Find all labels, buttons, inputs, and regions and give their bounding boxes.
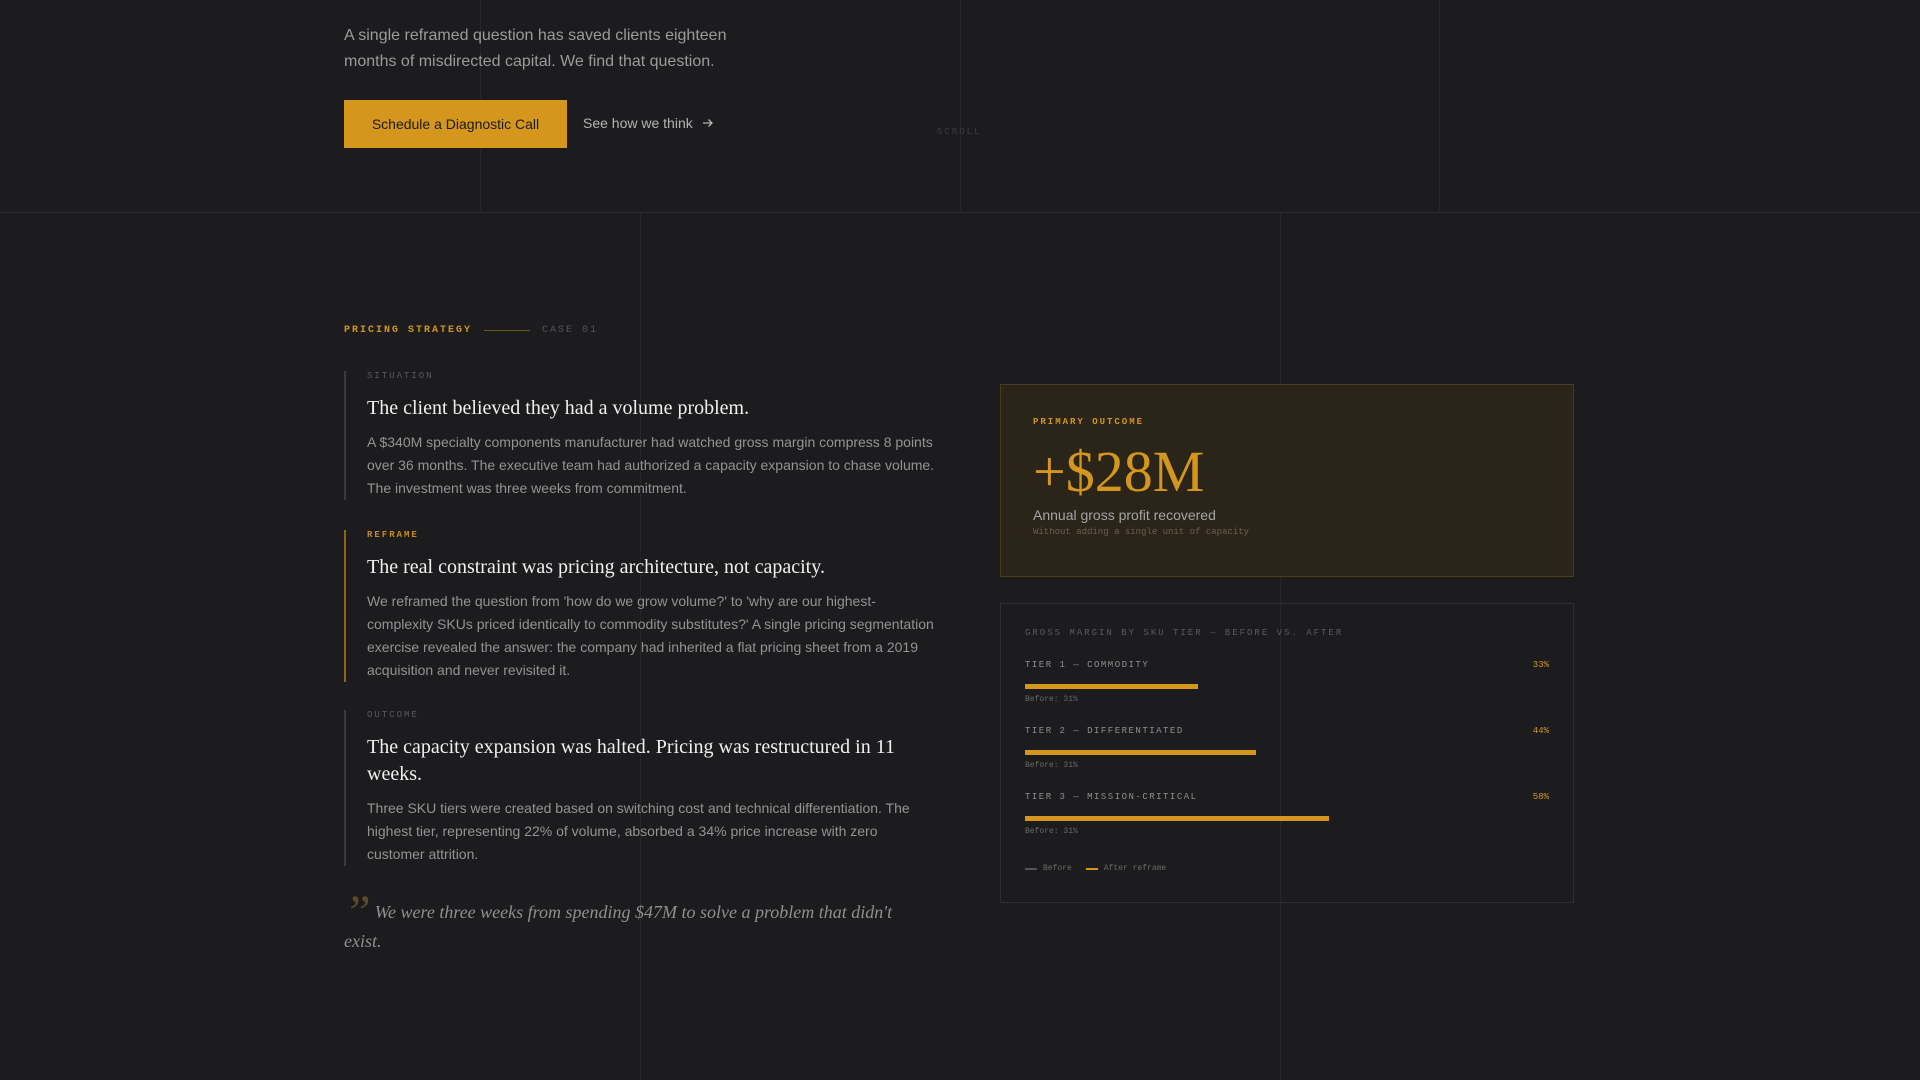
tier-label: TIER 3 — MISSION-CRITICAL (1025, 792, 1198, 802)
tier-before-label: Before: 31% (1025, 761, 1078, 770)
situation-block: SITUATION The client believed they had a… (344, 371, 937, 500)
grid-line (960, 0, 961, 212)
block-body: We reframed the question from 'how do we… (367, 593, 934, 678)
tier-value-label: 58% (1532, 792, 1549, 802)
tier-list: TIER 1 — COMMODITY 33% Before: 31% TIER 2 —… (1025, 660, 1549, 858)
outcome-value: +$28M (1033, 439, 1205, 504)
tier-bar-track (1025, 816, 1549, 822)
block-title: The client believed they had a volume pr… (367, 397, 750, 419)
scroll-indicator[interactable]: SCROLL (937, 127, 981, 137)
tier-bar-after (1025, 684, 1198, 689)
page: A single reframed question has saved cli… (0, 0, 1920, 1080)
block-label: OUTCOME (367, 710, 419, 720)
tier-row: TIER 2 — DIFFERENTIATED 44% Before: 31% (1025, 726, 1549, 792)
block-label: SITUATION (367, 371, 434, 381)
outcome-label: PRIMARY OUTCOME (1033, 417, 1145, 427)
legend-label: After reframe (1103, 864, 1167, 873)
primary-outcome-card: PRIMARY OUTCOME +$28M Annual gross profi… (1000, 384, 1574, 577)
legend-label: Before (1043, 864, 1072, 873)
quote-text: We were three weeks from spending $47M t… (344, 902, 893, 951)
outcome-note: Without adding a single unit of capacity (1033, 527, 1250, 537)
block-body: Three SKU tiers were created based on sw… (367, 800, 910, 862)
legend-swatch-before (1025, 867, 1037, 870)
reframe-block: REFRAME The real constraint was pricing … (344, 530, 937, 682)
hero-subtitle: A single reframed question has saved cli… (344, 27, 727, 70)
tier-header: TIER 1 — COMMODITY 33% (1025, 660, 1549, 670)
block-title: The capacity expansion was halted. Prici… (367, 736, 895, 785)
tier-header: TIER 2 — DIFFERENTIATED 44% (1025, 726, 1549, 736)
see-how-we-think-link[interactable]: See how we think (583, 115, 715, 131)
grid-line (1439, 0, 1440, 212)
block-title: The real constraint was pricing architec… (367, 556, 825, 578)
case-header: PRICING STRATEGY CASE 01 (344, 325, 598, 336)
chart-title: GROSS MARGIN BY SKU TIER — BEFORE VS. AF… (1025, 628, 1344, 638)
legend-item-before: Before (1025, 864, 1072, 873)
legend-item-after: After reframe (1085, 864, 1167, 873)
tier-label: TIER 1 — COMMODITY (1025, 660, 1150, 670)
tier-header: TIER 3 — MISSION-CRITICAL 58% (1025, 792, 1549, 802)
tier-before-label: Before: 31% (1025, 695, 1078, 704)
tier-before-label: Before: 31% (1025, 827, 1078, 836)
tier-row: TIER 3 — MISSION-CRITICAL 58% Before: 31% (1025, 792, 1549, 858)
tier-bar-after (1025, 750, 1256, 755)
legend-swatch-after (1085, 867, 1098, 870)
outcome-block: OUTCOME The capacity expansion was halte… (344, 710, 937, 866)
see-how-we-think-label: See how we think (583, 115, 693, 131)
arrow-right-icon (702, 119, 713, 127)
tier-bar-track (1025, 684, 1549, 690)
block-body: A $340M specialty components manufacture… (367, 434, 935, 496)
schedule-call-button[interactable]: Schedule a Diagnostic Call (344, 100, 567, 148)
tier-label: TIER 2 — DIFFERENTIATED (1025, 726, 1184, 736)
quote-mark-icon: ” (344, 886, 371, 939)
chart-legend: Before After reframe (1025, 864, 1549, 873)
case-divider (484, 330, 531, 331)
section-divider (0, 212, 1920, 213)
tier-value-label: 33% (1532, 660, 1549, 670)
tier-bar-after (1025, 816, 1329, 821)
client-quote: ” We were three weeks from spending $47M … (344, 889, 924, 956)
case-tag: PRICING STRATEGY (344, 325, 473, 336)
tier-bar-track (1025, 750, 1549, 756)
tier-row: TIER 1 — COMMODITY 33% Before: 31% (1025, 660, 1549, 726)
case-number: CASE 01 (542, 325, 599, 336)
outcome-description: Annual gross profit recovered (1033, 507, 1216, 523)
margin-chart-card: GROSS MARGIN BY SKU TIER — BEFORE VS. AF… (1000, 603, 1574, 903)
tier-value-label: 44% (1532, 726, 1549, 736)
block-label: REFRAME (367, 530, 419, 540)
